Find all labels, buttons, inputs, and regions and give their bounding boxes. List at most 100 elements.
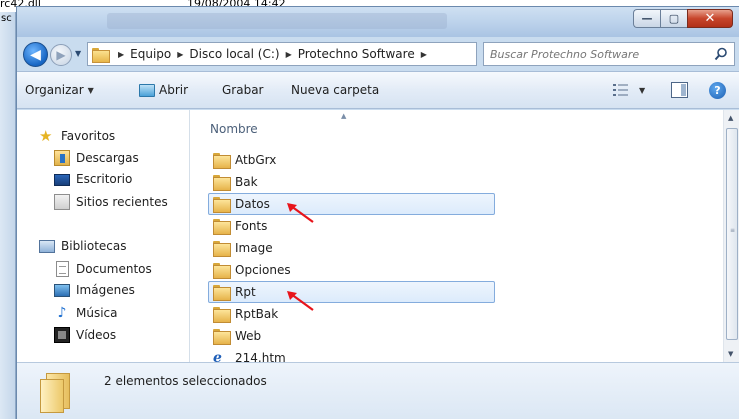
nav-favorites[interactable]: ★ Favoritos — [39, 128, 115, 144]
burn-label: Grabar — [222, 83, 264, 97]
nav-item-imagenes[interactable]: Imágenes — [54, 283, 135, 297]
list-item-label: RptBak — [235, 307, 279, 321]
list-item-rpt[interactable]: Rpt — [208, 281, 495, 303]
title-bar[interactable]: — ▢ ✕ — [17, 7, 739, 37]
nav-item-musica[interactable]: ♪ Música — [54, 305, 118, 321]
list-item-label: AtbGrx — [235, 153, 277, 167]
scroll-down-arrow-icon[interactable]: ▼ — [728, 350, 733, 358]
view-options-dropdown[interactable]: ▼ — [639, 86, 645, 95]
nav-item-label: Sitios recientes — [76, 195, 168, 209]
column-header-name[interactable]: Nombre — [210, 122, 258, 136]
list-item-label: Fonts — [235, 219, 268, 233]
column-header-label: Nombre — [210, 122, 258, 136]
change-view-icon[interactable] — [613, 83, 629, 97]
recent-pages-dropdown[interactable]: ▼ — [75, 49, 81, 58]
maximize-button[interactable]: ▢ — [660, 9, 687, 28]
address-bar[interactable]: ▶ Equipo ▶ Disco local (C:) ▶ Protechno … — [87, 42, 477, 66]
list-item-opciones[interactable]: Opciones — [208, 259, 495, 281]
breadcrumb-protechno[interactable]: Protechno Software — [298, 47, 415, 61]
open-label: Abrir — [159, 83, 189, 97]
pictures-icon — [54, 283, 70, 297]
nav-item-label: Documentos — [76, 262, 152, 276]
nav-item-sitios-recientes[interactable]: Sitios recientes — [54, 194, 168, 210]
help-icon[interactable]: ? — [709, 82, 726, 99]
nav-item-label: Vídeos — [76, 328, 117, 342]
minimize-button[interactable]: — — [633, 9, 660, 28]
list-item-image[interactable]: Image — [208, 237, 495, 259]
title-bar-glass — [107, 13, 447, 29]
nav-favorites-label: Favoritos — [61, 129, 116, 143]
music-note-icon: ♪ — [57, 305, 67, 321]
annotation-arrow-icon — [287, 203, 314, 223]
command-bar: Organizar ▼ Abrir Grabar Nueva carpeta ▼… — [17, 71, 739, 109]
recent-places-icon — [54, 194, 70, 210]
downloads-folder-icon — [54, 150, 70, 166]
sort-ascending-icon: ▲ — [341, 112, 347, 120]
scroll-up-arrow-icon[interactable]: ▲ — [728, 114, 733, 122]
list-item-bak[interactable]: Bak — [208, 171, 495, 193]
open-button[interactable]: Abrir — [139, 83, 188, 97]
folder-icon — [213, 153, 231, 169]
chevron-right-icon[interactable]: ▶ — [118, 50, 124, 59]
list-item-label: Image — [235, 241, 273, 255]
new-folder-label: Nueva carpeta — [291, 83, 380, 97]
list-item-fonts[interactable]: Fonts — [208, 215, 495, 237]
list-item-label: Bak — [235, 175, 258, 189]
folder-icon — [213, 285, 231, 301]
search-input[interactable] — [490, 47, 700, 61]
folder-icon — [213, 241, 231, 257]
forward-arrow-icon: ▶ — [56, 48, 66, 62]
explorer-window: — ▢ ✕ ◀ ▶ ▼ ▶ Equipo ▶ Disco local (C:) … — [16, 6, 739, 419]
scrollbar-thumb[interactable]: ≡ — [726, 128, 738, 340]
list-item-datos[interactable]: Datos — [208, 193, 495, 215]
organize-label: Organizar — [25, 83, 84, 97]
back-arrow-icon: ◀ — [30, 46, 41, 63]
background-window-edge: sc — [0, 12, 16, 419]
background-fragment-text: sc — [1, 13, 12, 24]
navigation-pane: ★ Favoritos Descargas Escritorio Sitios … — [17, 110, 190, 362]
chevron-right-icon[interactable]: ▶ — [177, 50, 183, 59]
folder-icon — [213, 329, 231, 345]
back-button[interactable]: ◀ — [23, 42, 48, 67]
forward-button[interactable]: ▶ — [50, 44, 72, 66]
new-folder-button[interactable]: Nueva carpeta — [291, 83, 379, 97]
desktop-icon — [54, 174, 70, 186]
star-icon: ★ — [39, 127, 53, 145]
list-item-atbgrx[interactable]: AtbGrx — [208, 149, 495, 171]
organize-button[interactable]: Organizar ▼ — [25, 83, 94, 97]
grip-icon: ≡ — [730, 227, 735, 234]
preview-pane-icon[interactable] — [671, 82, 688, 98]
nav-item-videos[interactable]: Vídeos — [54, 327, 116, 343]
folder-icon — [213, 307, 231, 323]
search-box[interactable] — [483, 42, 735, 66]
documents-icon — [56, 261, 69, 277]
open-app-icon — [139, 83, 155, 97]
list-item-rptbak[interactable]: RptBak — [208, 303, 495, 325]
nav-item-documentos[interactable]: Documentos — [54, 261, 152, 277]
file-list-pane: Nombre ▲ AtbGrx Bak Datos Fonts Image Op… — [191, 110, 723, 366]
nav-item-label: Escritorio — [76, 172, 133, 186]
close-button[interactable]: ✕ — [687, 9, 733, 28]
list-item-label: Opciones — [235, 263, 291, 277]
list-item-web[interactable]: Web — [208, 325, 495, 347]
chevron-right-icon[interactable]: ▶ — [286, 50, 292, 59]
nav-item-descargas[interactable]: Descargas — [54, 150, 139, 166]
chevron-right-icon[interactable]: ▶ — [421, 50, 427, 59]
nav-libraries-label: Bibliotecas — [61, 239, 127, 253]
folder-icon — [213, 175, 231, 191]
list-item-label: Rpt — [235, 285, 256, 299]
burn-button[interactable]: Grabar — [222, 83, 264, 97]
main-area: ★ Favoritos Descargas Escritorio Sitios … — [17, 110, 739, 366]
window-controls: — ▢ ✕ — [633, 9, 733, 28]
nav-libraries[interactable]: Bibliotecas — [39, 239, 126, 253]
vertical-scrollbar[interactable]: ▲ ≡ ▼ — [723, 110, 739, 362]
nav-item-escritorio[interactable]: Escritorio — [54, 172, 132, 186]
breadcrumb-disco-local[interactable]: Disco local (C:) — [189, 47, 279, 61]
folder-icon — [213, 197, 231, 213]
address-row: ◀ ▶ ▼ ▶ Equipo ▶ Disco local (C:) ▶ Prot… — [17, 37, 739, 71]
details-pane: 2 elementos seleccionados — [17, 362, 739, 419]
breadcrumb-equipo[interactable]: Equipo — [130, 47, 171, 61]
multiple-folders-icon — [40, 373, 74, 413]
videos-film-icon — [54, 327, 70, 343]
search-icon[interactable] — [714, 47, 728, 61]
